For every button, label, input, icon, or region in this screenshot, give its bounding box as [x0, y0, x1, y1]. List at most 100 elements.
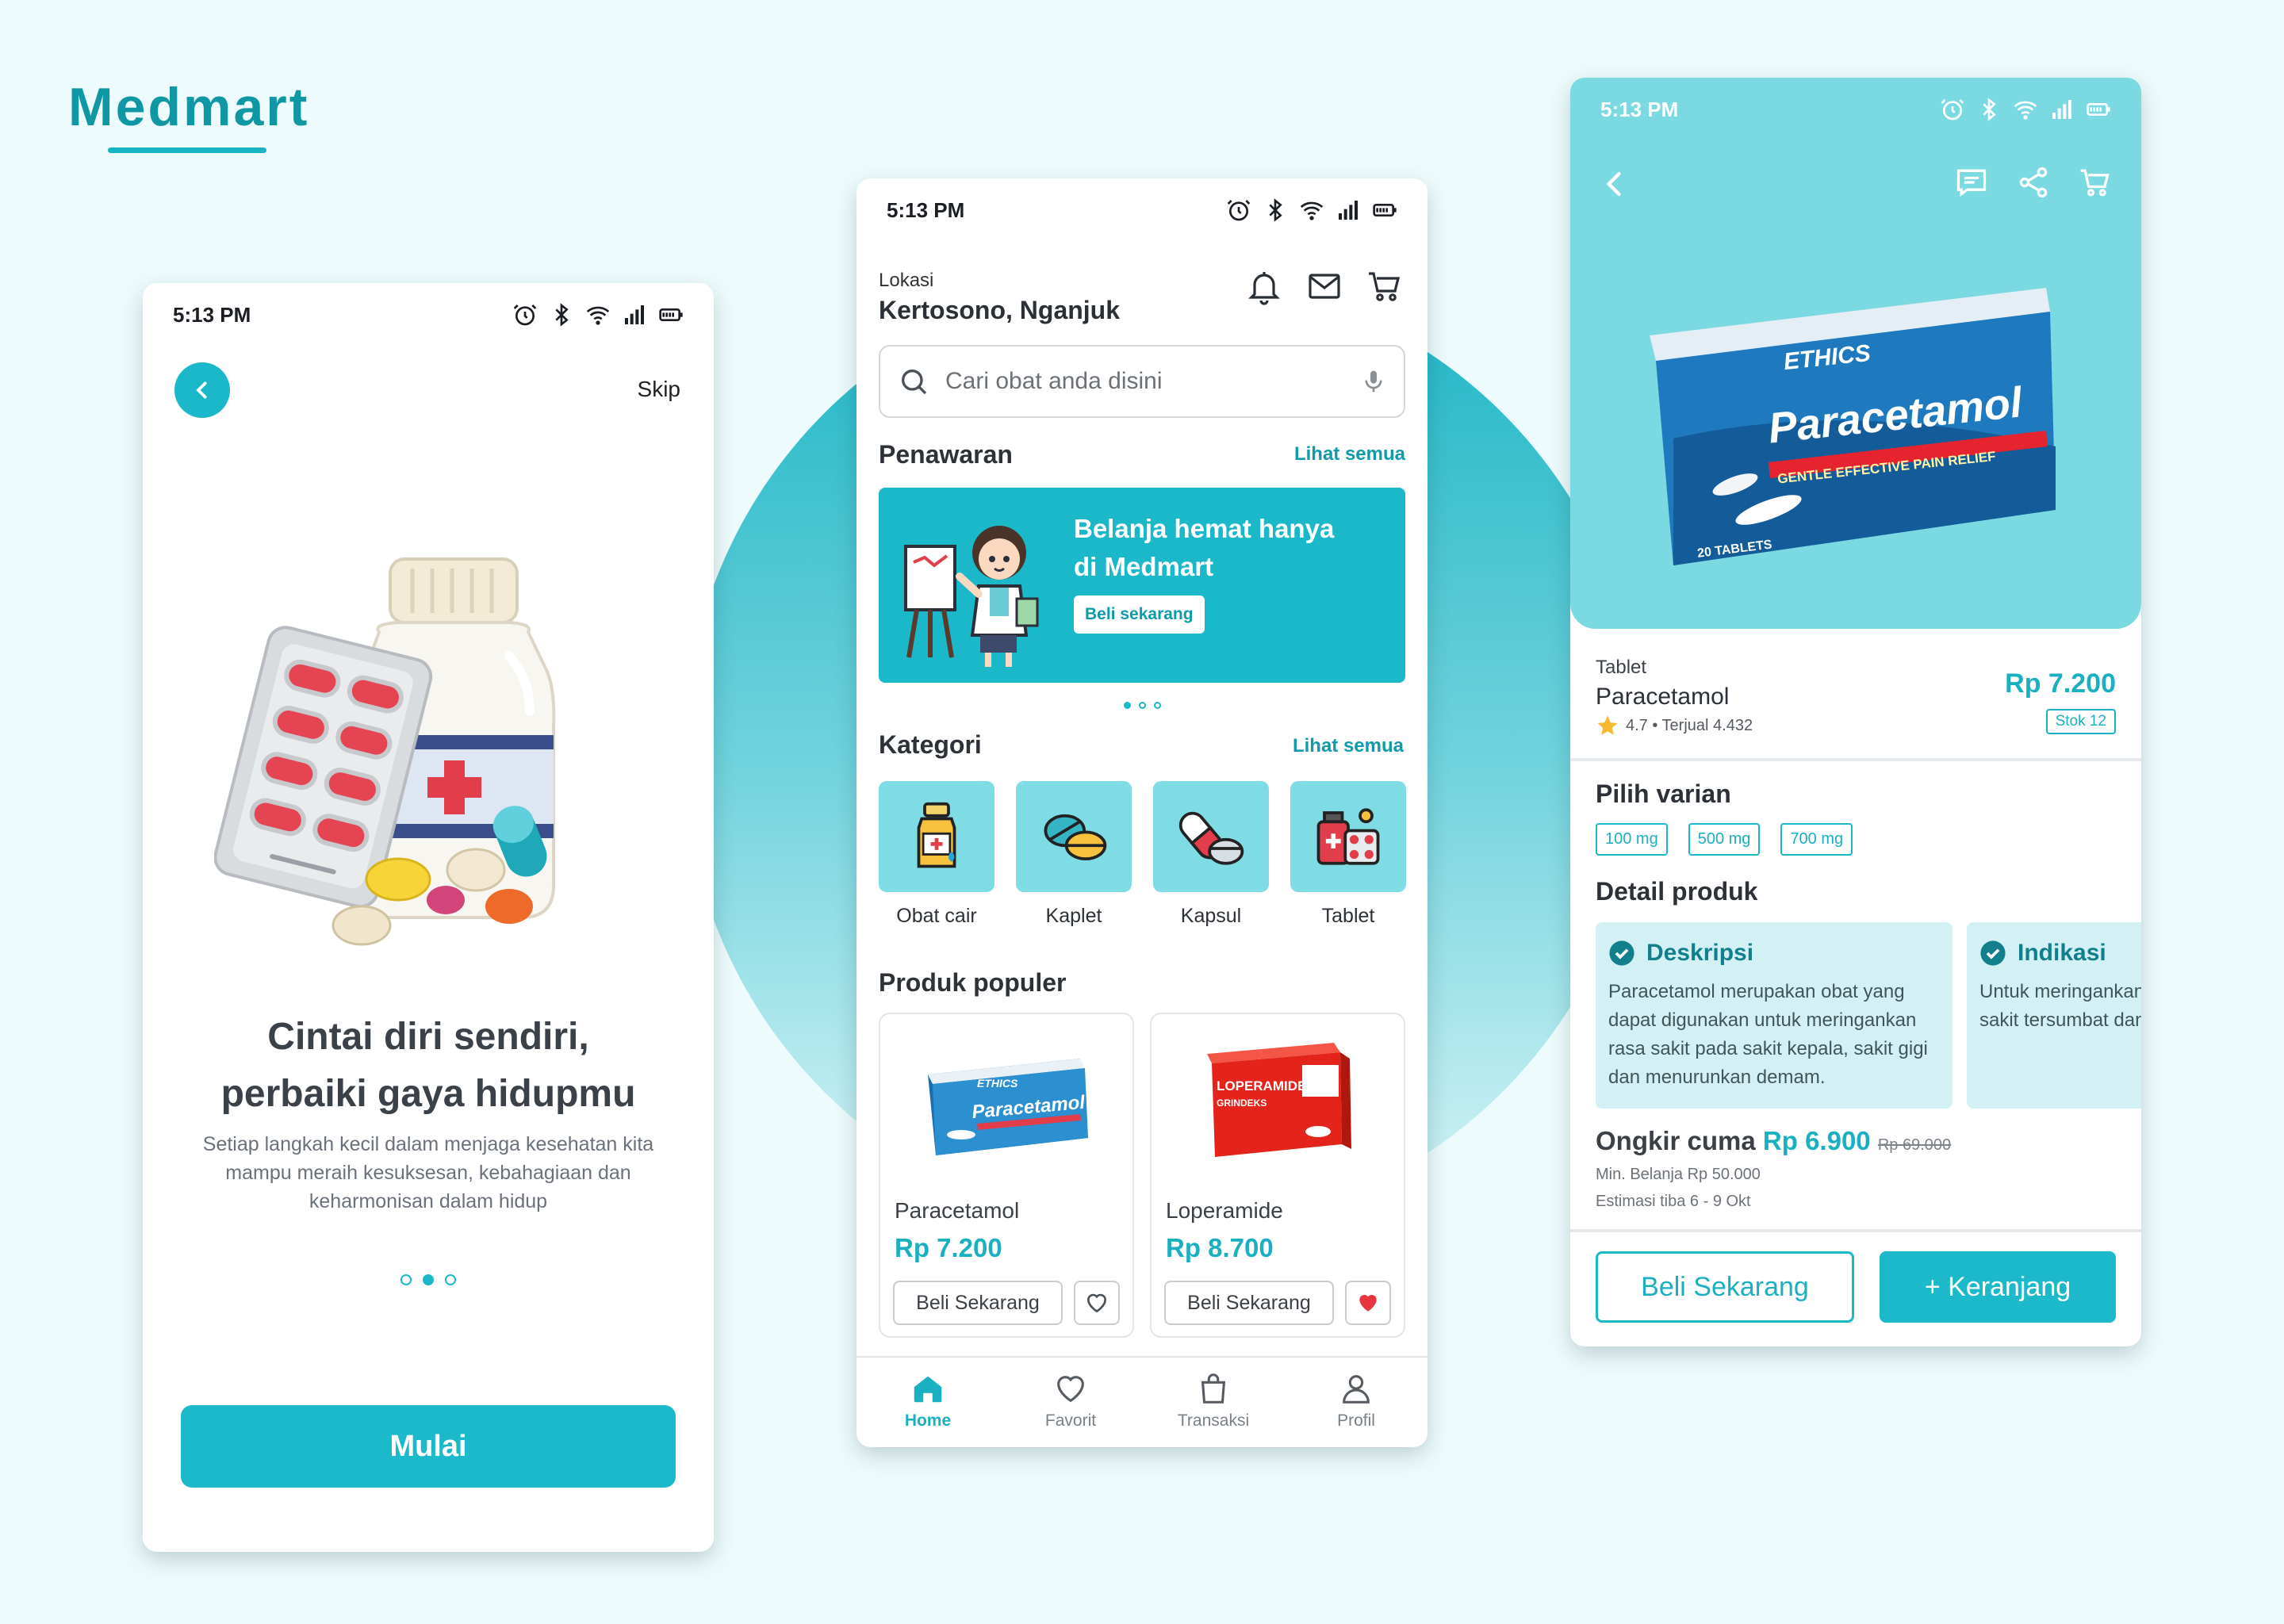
back-button[interactable]	[174, 362, 230, 418]
tab-label: Favorit	[1044, 1411, 1097, 1430]
product-card[interactable]: LOPERAMIDE GRINDEKS Loperamide Rp 8.700 …	[1150, 1013, 1405, 1338]
bluetooth-icon	[1983, 98, 1996, 121]
onboarding-title: Cintai diri sendiri, perbaiki gaya hidup…	[143, 1009, 714, 1123]
product-image-paracetamol: ETHICS Paracetamol	[928, 1059, 1088, 1155]
product-name: Loperamide	[1166, 1198, 1283, 1223]
status-bar: 5:13 PM	[1570, 78, 2141, 141]
categories-see-all-link[interactable]: Lihat semua	[1293, 735, 1404, 757]
card-title: Indikasi	[2018, 940, 2106, 966]
wifi-icon	[586, 306, 610, 325]
tab-transaksi[interactable]: Transaksi	[1142, 1358, 1285, 1447]
brand-underline	[108, 147, 266, 153]
search-icon	[902, 370, 927, 395]
tab-favorit[interactable]: Favorit	[999, 1358, 1142, 1447]
category-list: Obat cair Kaplet Kapsul Tablet	[879, 781, 1406, 928]
product-box-image: ETHICS Paracetamol GENTLE EFFECTIVE PAIN…	[1650, 288, 2056, 565]
signal-icon	[1339, 201, 1358, 220]
product-card[interactable]: ETHICS Paracetamol Paracetamol Rp 7.200 …	[879, 1013, 1134, 1338]
buy-now-button[interactable]: Beli Sekarang	[1164, 1281, 1334, 1325]
buy-now-button[interactable]: Beli Sekarang	[1596, 1251, 1854, 1323]
section-divider	[1570, 758, 2141, 761]
banner-dot[interactable]	[1153, 702, 1161, 709]
location-label: Lokasi	[879, 270, 934, 291]
heart-outline-icon	[1086, 1293, 1107, 1313]
header-actions	[1954, 165, 2113, 200]
caplet-icon	[1044, 814, 1107, 860]
category-item-obat-cair[interactable]: Obat cair	[879, 781, 994, 928]
tab-home[interactable]: Home	[856, 1358, 999, 1447]
search-input[interactable]: Cari obat anda disini	[945, 368, 1345, 395]
skip-button[interactable]: Skip	[638, 377, 680, 402]
status-time: 5:13 PM	[887, 197, 965, 222]
favorite-button-active[interactable]	[1345, 1281, 1391, 1325]
indication-card: Indikasi Untuk meringankan seperti demam…	[1967, 922, 2141, 1109]
product-price: Rp 7.200	[895, 1233, 1002, 1262]
add-to-cart-button[interactable]: + Keranjang	[1880, 1251, 2116, 1323]
location-value[interactable]: Kertosono, Nganjuk	[879, 296, 1120, 325]
cart-icon[interactable]	[2078, 165, 2113, 200]
syrup-bottle-icon	[917, 802, 956, 868]
buy-now-button[interactable]: Beli Sekarang	[893, 1281, 1063, 1325]
box-name: GRINDEKS	[1217, 1097, 1267, 1109]
favorite-button[interactable]	[1074, 1281, 1120, 1325]
star-icon	[1597, 715, 1618, 735]
bell-icon[interactable]	[1245, 267, 1283, 305]
tablet-box-icon	[1316, 808, 1380, 865]
category-item-tablet[interactable]: Tablet	[1290, 781, 1406, 928]
wifi-icon	[1300, 201, 1324, 220]
header-actions	[1245, 267, 1404, 305]
rating-text: 4.7 • Terjual 4.432	[1626, 716, 1753, 734]
tab-profil[interactable]: Profil	[1285, 1358, 1428, 1447]
title-line-1: Cintai diri sendiri,	[267, 1016, 589, 1058]
variants-title: Pilih varian	[1596, 779, 1731, 808]
details-title: Detail produk	[1596, 877, 1758, 906]
promo-banner[interactable]: Belanja hemat hanya di Medmart Beli seka…	[879, 488, 1405, 683]
cart-icon[interactable]	[1366, 267, 1404, 305]
status-time: 5:13 PM	[173, 302, 251, 327]
page-dot[interactable]	[445, 1274, 456, 1285]
product-type: Tablet	[1596, 657, 1647, 678]
box-brand: ETHICS	[977, 1077, 1018, 1090]
shipping-old-price: Rp 69.000	[1877, 1136, 1952, 1154]
check-circle-icon	[1980, 940, 2006, 966]
product-image-loperamide: LOPERAMIDE GRINDEKS	[1207, 1043, 1351, 1157]
card-text: Untuk meringankan seperti demam, sakit t…	[1979, 981, 2141, 1031]
card-title: Deskripsi	[1646, 940, 1754, 966]
share-icon[interactable]	[2016, 165, 2051, 200]
status-bar: 5:13 PM	[856, 178, 1428, 242]
min-purchase: Min. Belanja Rp 50.000	[1596, 1166, 1761, 1183]
search-bar[interactable]: Cari obat anda disini	[879, 345, 1405, 418]
pharmacist-illustration	[904, 526, 1039, 667]
page-dot[interactable]	[400, 1274, 412, 1285]
status-time: 5:13 PM	[1600, 97, 1679, 121]
battery-icon	[659, 308, 683, 321]
banner-dot[interactable]	[1138, 702, 1146, 709]
brand-logo: Medmart	[68, 77, 310, 137]
microphone-icon[interactable]	[1361, 369, 1386, 394]
page-indicator	[143, 1274, 714, 1285]
category-item-kapsul[interactable]: Kapsul	[1153, 781, 1269, 928]
category-item-kaplet[interactable]: Kaplet	[1016, 781, 1132, 928]
offers-see-all-link[interactable]: Lihat semua	[1294, 443, 1405, 465]
categories-title: Kategori	[879, 730, 982, 759]
banner-indicator	[856, 702, 1428, 709]
shipping-price: Rp 6.900	[1762, 1126, 1871, 1155]
bottom-navigation: Home Favorit Transaksi Profil	[856, 1356, 1428, 1447]
variant-option[interactable]: 100 mg	[1596, 823, 1668, 856]
banner-dot-active[interactable]	[1123, 702, 1131, 709]
banner-buy-button[interactable]: Beli sekarang	[1074, 596, 1205, 634]
tab-label: Profil	[1337, 1411, 1375, 1430]
page-dot-active[interactable]	[423, 1274, 434, 1285]
stock-badge: Stok 12	[2045, 709, 2116, 734]
variant-option[interactable]: 500 mg	[1688, 823, 1761, 856]
mail-icon[interactable]	[1305, 267, 1343, 305]
variant-option[interactable]: 700 mg	[1780, 823, 1853, 856]
start-button[interactable]: Mulai	[181, 1405, 676, 1488]
bluetooth-icon	[555, 303, 569, 327]
description-card: Deskripsi Paracetamol merupakan obat yan…	[1596, 922, 1953, 1109]
tab-label: Home	[904, 1411, 952, 1430]
back-arrow-icon[interactable]	[1597, 167, 1632, 201]
product-hero: ETHICS Paracetamol GENTLE EFFECTIVE PAIN…	[1570, 78, 2141, 629]
wifi-icon	[2014, 101, 2037, 120]
chat-icon[interactable]	[1954, 165, 1989, 200]
